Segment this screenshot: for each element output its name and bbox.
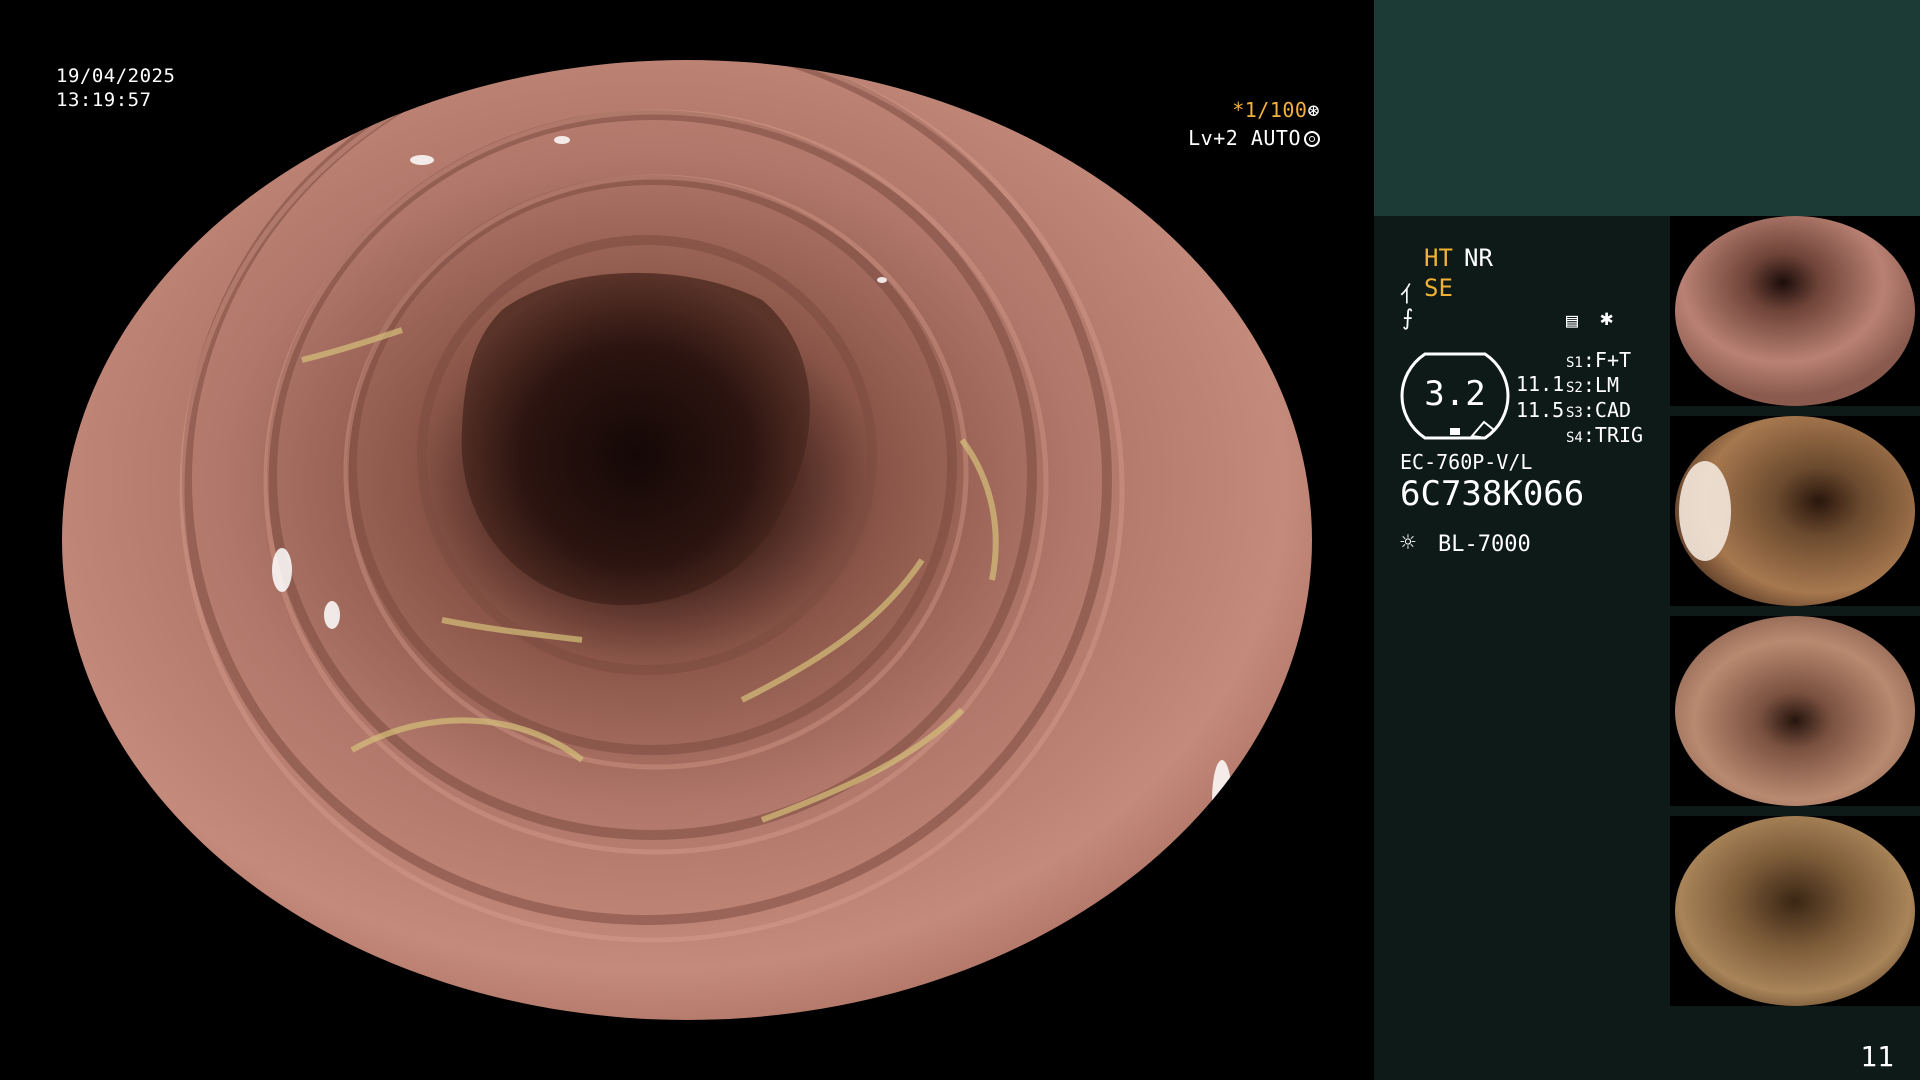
switch-label: CAD bbox=[1594, 398, 1632, 422]
serial-number: 6C738K066 bbox=[1400, 474, 1585, 514]
panel-header bbox=[1374, 0, 1920, 216]
thumbnail-4[interactable] bbox=[1670, 816, 1920, 1006]
structure-icon: ⨍ bbox=[1402, 306, 1414, 331]
switch-s1: S1:F+T bbox=[1566, 348, 1632, 372]
switch-key: S2 bbox=[1566, 380, 1583, 396]
iris-label: Lv+2 AUTO bbox=[1188, 126, 1301, 150]
nr-indicator: NR bbox=[1464, 244, 1493, 272]
thumbnail-1[interactable] bbox=[1670, 216, 1920, 406]
page-number: 11 bbox=[1860, 1040, 1894, 1073]
switch-key: S1 bbox=[1566, 355, 1583, 371]
shutter-speed-label: *1/100 bbox=[1232, 98, 1308, 122]
light-source-label: BL-7000 bbox=[1438, 532, 1531, 557]
datetime-display: 19/04/2025 13:19:57 bbox=[56, 64, 175, 112]
switch-label: LM bbox=[1594, 373, 1619, 397]
settings-dial-icon: ⊛ bbox=[1307, 98, 1320, 122]
document-icon: ▤ bbox=[1566, 308, 1579, 332]
shutter-indicator: *1/100⊛ bbox=[1232, 98, 1320, 122]
switch-key: S3 bbox=[1566, 405, 1583, 421]
date-label: 19/04/2025 bbox=[56, 65, 176, 87]
value-b: 11.5 bbox=[1516, 398, 1565, 422]
se-indicator: SE bbox=[1424, 274, 1453, 302]
scope-value: 3.2 bbox=[1424, 374, 1486, 414]
scope-model: EC-760P-V/L bbox=[1400, 450, 1533, 474]
thumbnail-strip bbox=[1670, 216, 1920, 1016]
switch-s2: S2:LM bbox=[1566, 373, 1619, 397]
star-icon: ✱ bbox=[1600, 306, 1614, 331]
switch-s3: S3:CAD bbox=[1566, 398, 1632, 422]
switch-label: F+T bbox=[1594, 348, 1632, 372]
thumbnail-2[interactable] bbox=[1670, 416, 1920, 606]
iris-indicator: Lv+2 AUTO bbox=[1188, 126, 1320, 150]
endoscope-display: 19/04/2025 13:19:57 *1/100⊛ Lv+2 AUTO HT… bbox=[0, 0, 1920, 1080]
value-a: 11.1 bbox=[1516, 372, 1565, 396]
enhancement-icon: ⺅ bbox=[1400, 283, 1423, 308]
switch-label: TRIG bbox=[1594, 423, 1644, 447]
light-source-icon: ☼ bbox=[1400, 528, 1416, 558]
switch-key: S4 bbox=[1566, 430, 1583, 446]
thumbnail-3[interactable] bbox=[1670, 616, 1920, 806]
ht-indicator: HT bbox=[1424, 244, 1453, 272]
switch-s4: S4:TRIG bbox=[1566, 423, 1644, 447]
time-label: 13:19:57 bbox=[56, 89, 152, 111]
endoscopic-image bbox=[62, 60, 1312, 1020]
auto-iris-icon bbox=[1304, 131, 1320, 147]
